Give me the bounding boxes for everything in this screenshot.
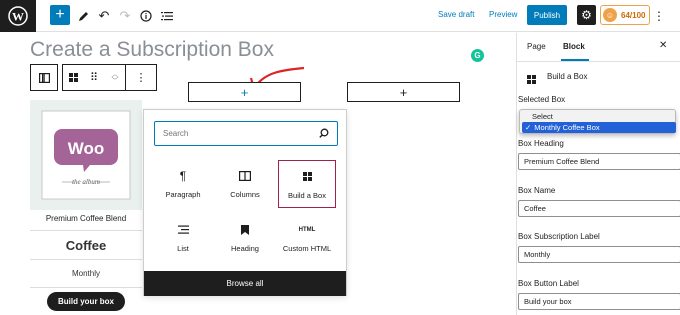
seo-score-badge[interactable]: ☺ 64/100 [600,5,650,25]
drag-handle-icon[interactable]: ⠿ [83,71,105,84]
columns-block-icon [31,72,57,83]
list-view-icon[interactable] [159,6,175,26]
settings-sidebar: Page Block ✕ Build a Box Selected Box Bo… [516,33,680,315]
info-icon[interactable] [139,6,153,26]
dropdown-option[interactable]: Select [532,112,553,121]
html-icon: HTML [298,226,316,233]
product-logo-subtext: the album [72,178,100,186]
block-inserter-popover: Search ¶ Paragraph Columns Build a Box L… [143,109,347,296]
more-options-icon[interactable]: ⋮ [653,6,665,26]
post-title[interactable]: Create a Subscription Box [30,38,274,62]
move-up-down-icon[interactable]: ︿ ﹀ [105,71,125,85]
close-icon[interactable]: ✕ [659,40,667,51]
box-subscription-input[interactable]: Monthly [518,246,680,263]
dropdown-option-selected[interactable]: ✓ Monthly Coffee Box [522,122,676,133]
add-block-icon[interactable]: + [50,5,70,25]
search-icon [319,128,329,140]
block-card-icon [527,71,536,89]
wordpress-logo-icon[interactable]: W [0,0,36,32]
block-appender[interactable]: + [347,82,460,102]
grammarly-icon[interactable]: G [471,49,484,62]
block-item-build-a-box[interactable]: Build a Box [278,160,336,208]
grid-icon [302,169,312,185]
box-button-label: Box Button Label [518,279,579,288]
selected-box-dropdown[interactable]: Select ✓ Monthly Coffee Box [519,109,676,134]
grid-block-icon[interactable] [63,73,83,82]
preview-link[interactable]: Preview [489,10,517,19]
checkmark-icon: ✓ [525,123,532,132]
block-item-label: Columns [230,189,260,199]
search-placeholder: Search [163,129,189,138]
settings-gear-icon[interactable]: ⚙ [577,5,596,25]
block-item-label: Build a Box [288,190,326,200]
block-item-heading[interactable]: Heading [216,214,274,260]
block-card-title: Build a Box [547,72,588,81]
box-name-label: Box Name [518,186,556,195]
editor-topbar: W + ↶ ↷ Save draft Preview Publish ⚙ ☺ 6… [0,0,680,32]
block-options-icon[interactable]: ⋮ [126,71,156,84]
block-item-list[interactable]: List [154,214,212,260]
svg-text:W: W [12,10,24,24]
save-draft-link[interactable]: Save draft [438,10,474,19]
box-subscription-label: Box Subscription Label [518,232,600,241]
build-your-box-button[interactable]: Build your box [47,292,125,311]
publish-button[interactable]: Publish [527,5,567,25]
block-item-paragraph[interactable]: ¶ Paragraph [154,160,212,206]
divider [517,61,680,62]
tab-block[interactable]: Block [563,42,585,51]
product-logo-text: Woo [68,139,105,158]
box-name-input[interactable]: Coffee [518,200,680,217]
columns-icon [239,168,251,184]
bookmark-icon [241,222,249,238]
redo-icon[interactable]: ↷ [118,6,132,26]
seo-score-value: 64/100 [621,10,646,20]
product-name: Premium Coffee Blend [45,214,127,223]
pencil-tools-icon[interactable] [76,6,90,26]
block-appender-active[interactable]: + [188,82,301,102]
paragraph-icon: ¶ [179,168,187,183]
product-heading: Coffee [30,230,142,260]
box-heading-input[interactable]: Premium Coffee Blend [518,153,680,170]
block-search-input[interactable]: Search [154,121,338,146]
box-heading-label: Box Heading [518,139,564,148]
browse-all-button[interactable]: Browse all [144,271,346,296]
product-card: Woo the album Premium Coffee Blend Coffe… [30,100,142,315]
block-item-custom-html[interactable]: HTML Custom HTML [278,214,336,260]
block-item-label: Paragraph [165,189,201,199]
tab-page[interactable]: Page [527,42,546,51]
product-image: Woo the album [30,100,142,210]
block-item-label: Custom HTML [282,243,332,253]
block-item-label: List [177,243,189,253]
box-button-input[interactable]: Build your box [518,293,680,310]
product-subscription-label: Monthly [30,260,142,288]
dropdown-option-label: Monthly Coffee Box [534,123,600,132]
selected-box-label: Selected Box [518,95,566,104]
seo-icon: ☺ [603,8,617,22]
block-toolbar: ⠿ ︿ ﹀ ⋮ [62,64,157,91]
block-item-columns[interactable]: Columns [216,160,274,206]
undo-icon[interactable]: ↶ [97,6,111,26]
list-icon [177,222,189,238]
block-item-label: Heading [231,243,259,253]
block-type-switcher[interactable] [30,64,58,91]
